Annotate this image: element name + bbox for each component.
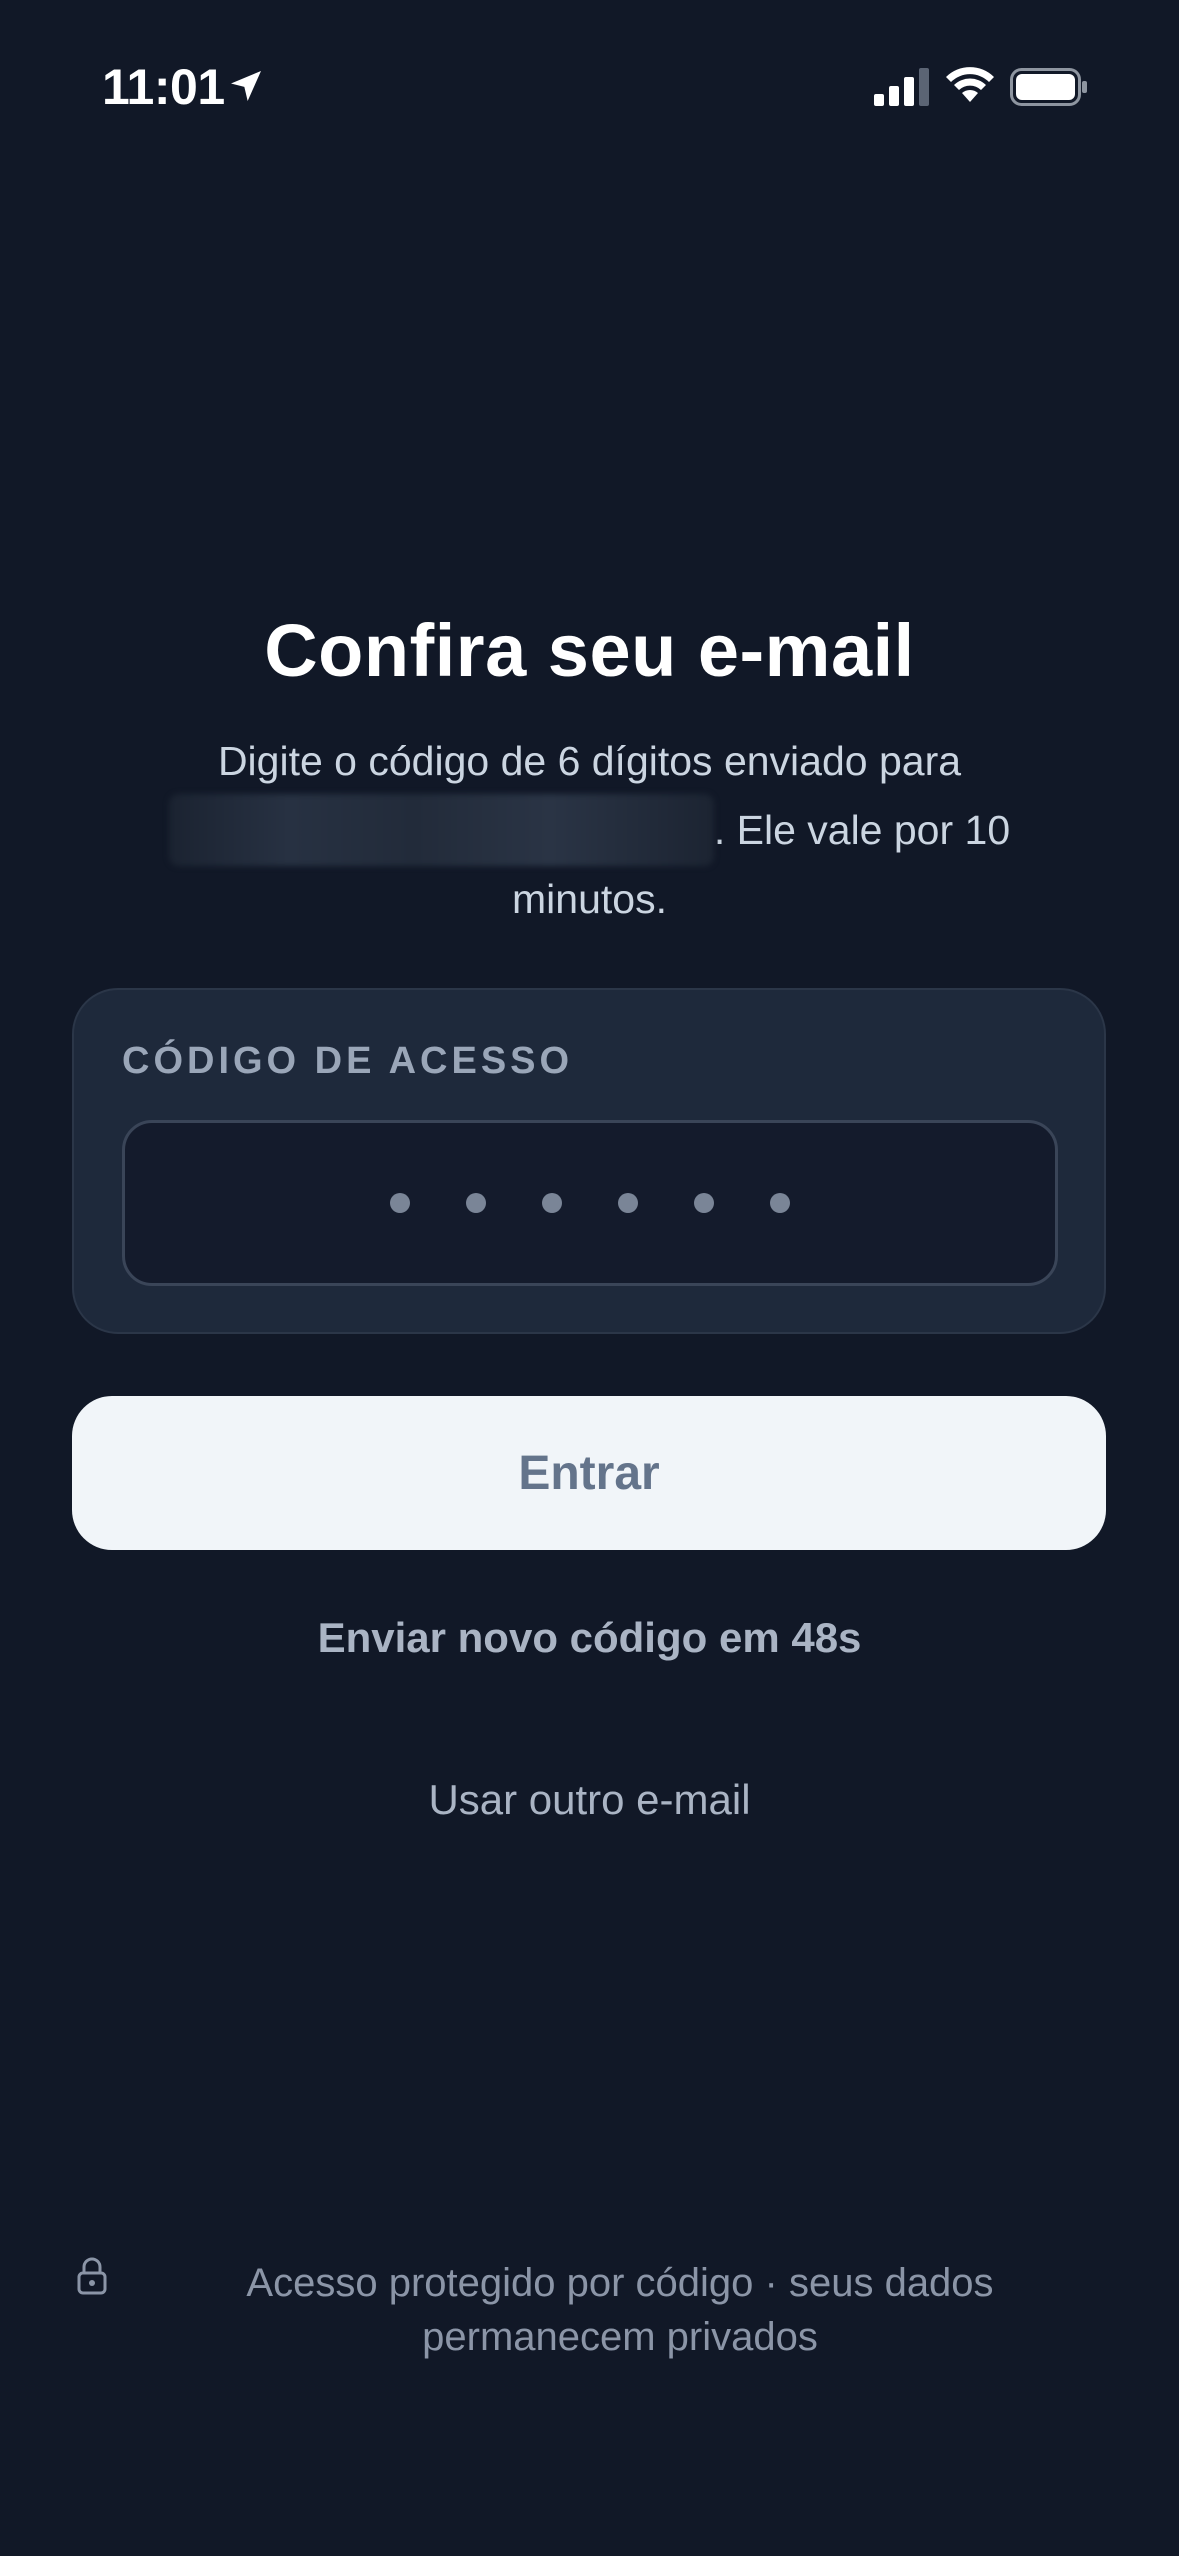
submit-button[interactable]: Entrar xyxy=(72,1396,1106,1550)
code-digit-placeholder xyxy=(542,1193,562,1213)
use-other-email-link[interactable]: Usar outro e-mail xyxy=(0,1776,1179,1824)
access-code-card: CÓDIGO DE ACESSO xyxy=(72,988,1106,1334)
wifi-icon xyxy=(946,67,994,102)
resend-code-link[interactable]: Enviar novo código em 48s xyxy=(0,1614,1179,1662)
access-code-label: CÓDIGO DE ACESSO xyxy=(122,1040,574,1082)
location-arrow-icon xyxy=(231,71,261,101)
battery-icon xyxy=(1010,68,1087,106)
code-digit-placeholder xyxy=(466,1193,486,1213)
footer-privacy-note: Acesso protegido por código · seus dados… xyxy=(246,2261,994,2359)
lock-icon xyxy=(77,2257,107,2295)
instructions-text: Digite o código de 6 dígitos enviado par… xyxy=(140,728,1039,932)
code-digit-placeholder xyxy=(694,1193,714,1213)
cellular-signal-icon xyxy=(874,68,929,106)
code-digit-placeholder xyxy=(770,1193,790,1213)
status-bar: 11:01 xyxy=(0,0,1179,170)
code-digit-placeholder xyxy=(618,1193,638,1213)
instructions-before-email: Digite o código de 6 dígitos enviado par… xyxy=(217,738,962,784)
page-title: Confira seu e-mail xyxy=(264,609,915,692)
code-digit-placeholder xyxy=(390,1193,410,1213)
redacted-email-address xyxy=(168,794,714,866)
access-code-input[interactable] xyxy=(122,1120,1058,1286)
status-time: 11:01 xyxy=(102,59,225,115)
